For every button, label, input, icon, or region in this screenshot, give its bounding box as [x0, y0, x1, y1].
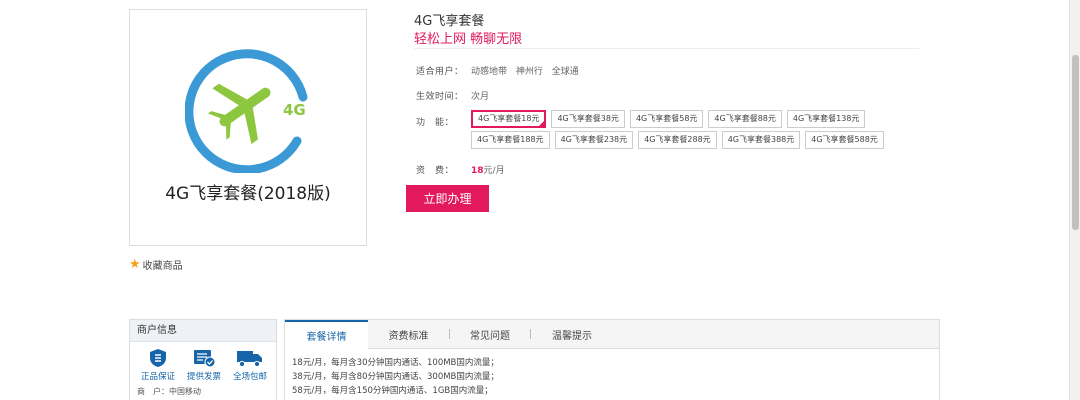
service-invoice: 提供发票 [182, 348, 226, 382]
airplane-4g-logo-icon: 4G [185, 49, 308, 173]
favorite-button[interactable]: ★ 收藏商品 [129, 257, 183, 272]
users-values: 动感地带 神州行 全球通 [471, 64, 585, 77]
tab-bar: 套餐详情 资费标准 常见问题 温馨提示 [285, 320, 939, 349]
plan-option-3[interactable]: 4G飞享套餐88元 [708, 110, 782, 128]
plan-line: 38元/月，每月含80分钟国内通话、300MB国内流量； [292, 372, 499, 382]
truck-icon [237, 351, 262, 368]
svg-text:4G: 4G [283, 101, 306, 119]
service-genuine: 正品保证 [136, 348, 180, 382]
tab-plan-details[interactable]: 套餐详情 [285, 320, 368, 349]
users-label: 适合用户： [416, 67, 464, 77]
service-free-shipping: 全场包邮 [228, 348, 272, 382]
service-label: 全场包邮 [232, 372, 267, 382]
fee-unit: 元/月 [483, 166, 505, 176]
tab-fee-standard[interactable]: 资费标准 [368, 320, 449, 348]
fee-label: 资 费： [416, 166, 455, 176]
product-subtitle: 轻松上网 畅聊无限 [414, 32, 523, 47]
plan-option-6[interactable]: 4G飞享套餐238元 [554, 131, 634, 149]
plan-option-8[interactable]: 4G飞享套餐388元 [721, 131, 801, 149]
merchant-info-panel: 商户信息 正品保证 提供发票 全场包邮 商 户：中国移动 [129, 319, 277, 400]
invoice-icon [194, 350, 216, 368]
star-icon: ★ [129, 257, 141, 272]
service-label: 正品保证 [140, 372, 175, 382]
merchant-carrier: 商 户：中国移动 [137, 387, 201, 396]
user-type-1: 神州行 [515, 67, 543, 77]
plan-option-9[interactable]: 4G飞享套餐588元 [805, 131, 884, 149]
plan-option-4[interactable]: 4G飞享套餐138元 [786, 110, 866, 128]
page-scrollbar[interactable] [1069, 0, 1080, 400]
plan-line: 18元/月，每月含30分钟国内通话、100MB国内流量； [292, 358, 499, 368]
tab-faq[interactable]: 常见问题 [450, 320, 530, 348]
plan-line: 58元/月，每月含150分钟国内通话、1GB国内流量； [292, 386, 493, 396]
plan-options: 4G飞享套餐18元 4G飞享套餐38元 4G飞享套餐58元 4G飞享套餐88元 4G飞享… [471, 110, 911, 152]
user-type-0: 动感地带 [471, 67, 508, 77]
plan-option-1[interactable]: 4G飞享套餐38元 [551, 110, 625, 128]
user-type-2: 全球通 [551, 67, 579, 77]
product-image-caption: 4G飞享套餐(2018版) [165, 184, 331, 204]
effective-label: 生效时间： [416, 92, 464, 102]
plan-option-0[interactable]: 4G飞享套餐18元 [471, 110, 547, 128]
fee-value: 18元/月 [471, 163, 511, 176]
effective-value: 次月 [471, 92, 490, 102]
fee-number: 18 [471, 166, 484, 176]
divider [414, 48, 919, 49]
scrollbar-thumb[interactable] [1072, 55, 1079, 230]
plan-details-content: 18元/月，每月含30分钟国内通话、100MB国内流量； 38元/月，每月含80… [285, 349, 939, 398]
plan-option-7[interactable]: 4G飞享套餐288元 [638, 131, 717, 149]
merchant-header: 商户信息 [130, 320, 276, 342]
favorite-label: 收藏商品 [142, 261, 183, 272]
detail-tabs-panel: 套餐详情 资费标准 常见问题 温馨提示 18元/月，每月含30分钟国内通话、10… [284, 319, 940, 400]
product-image: 4G 4G飞享套餐(2018版) [129, 9, 367, 246]
shield-icon [150, 349, 166, 367]
service-label: 提供发票 [186, 372, 221, 382]
tab-tips[interactable]: 温馨提示 [531, 320, 613, 348]
product-title: 4G飞享套餐 [414, 14, 485, 29]
plan-option-5[interactable]: 4G飞享套餐188元 [471, 131, 550, 149]
apply-button[interactable]: 立即办理 [406, 185, 489, 212]
function-label: 功 能： [416, 118, 455, 128]
plan-option-2[interactable]: 4G飞享套餐58元 [629, 110, 704, 128]
